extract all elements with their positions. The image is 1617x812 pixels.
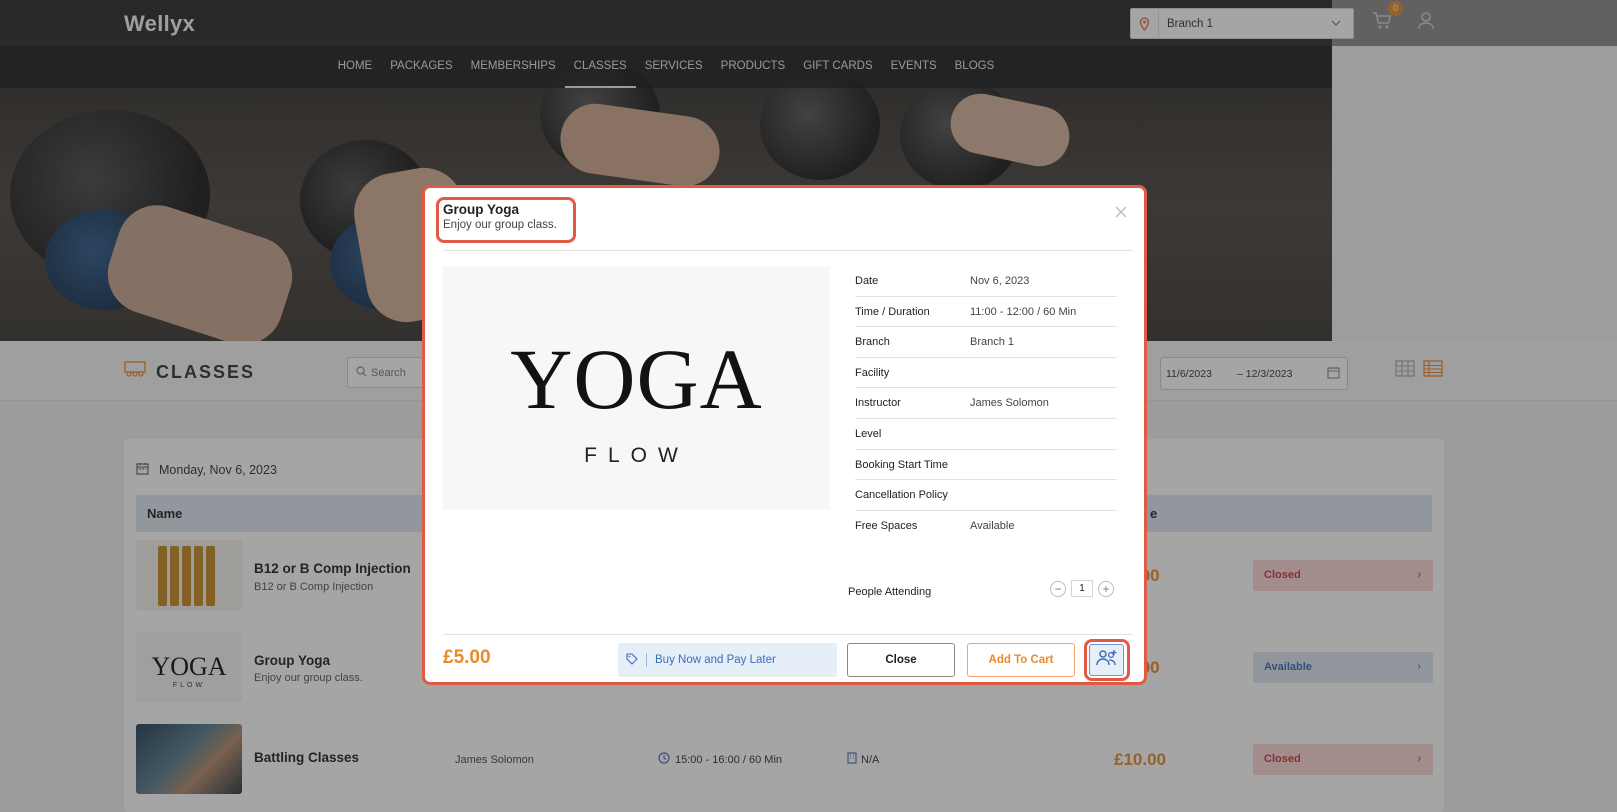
people-count[interactable]: 1	[1071, 580, 1093, 597]
detail-row-level: Level	[855, 419, 1117, 450]
detail-value: Nov 6, 2023	[970, 275, 1030, 287]
modal-price: £5.00	[443, 647, 491, 668]
close-button[interactable]: Close	[847, 643, 955, 677]
modal-title: Group Yoga	[443, 202, 520, 217]
increment-button[interactable]: +	[1098, 580, 1114, 597]
bnpl-label: Buy Now and Pay Later	[655, 654, 776, 666]
detail-row-free-spaces: Free Spaces Available	[855, 511, 1117, 542]
detail-label: Level	[855, 427, 882, 440]
modal-subtitle: Enjoy our group class.	[443, 219, 557, 231]
detail-row-date: Date Nov 6, 2023	[855, 266, 1117, 297]
detail-row-branch: Branch Branch 1	[855, 327, 1117, 358]
people-stepper: − 1 +	[1050, 580, 1114, 597]
detail-row-time: Time / Duration 11:00 - 12:00 / 60 Min	[855, 297, 1117, 328]
tag-icon	[626, 652, 638, 668]
detail-label: Branch	[855, 336, 890, 349]
detail-label: Cancellation Policy	[855, 489, 948, 502]
detail-row-booking-start: Booking Start Time	[855, 450, 1117, 481]
divider	[443, 634, 1133, 635]
decrement-button[interactable]: −	[1050, 580, 1066, 597]
buy-now-pay-later[interactable]: Buy Now and Pay Later	[618, 643, 837, 677]
detail-label: Free Spaces	[855, 519, 918, 532]
divider	[443, 250, 1133, 251]
detail-label: Time / Duration	[855, 305, 930, 318]
detail-value: Branch 1	[970, 336, 1015, 349]
image-yoga-text: YOGA	[510, 331, 763, 427]
add-attendees-button[interactable]	[1089, 644, 1124, 676]
image-flow-text: FLOW	[584, 444, 689, 467]
detail-label: Facility	[855, 366, 890, 379]
detail-label: Date	[855, 275, 879, 287]
class-details-modal: Group Yoga Enjoy our group class. YOGA F…	[422, 185, 1147, 685]
add-to-cart-button[interactable]: Add To Cart	[967, 643, 1075, 677]
detail-row-cancellation: Cancellation Policy	[855, 480, 1117, 511]
class-details-table: Date Nov 6, 2023 Time / Duration 11:00 -…	[855, 266, 1117, 541]
separator	[646, 653, 647, 667]
detail-row-facility: Facility	[855, 358, 1117, 389]
add-people-icon	[1095, 649, 1118, 672]
close-icon[interactable]	[1115, 202, 1127, 223]
detail-label: Booking Start Time	[855, 458, 948, 471]
detail-row-instructor: Instructor James Solomon	[855, 388, 1117, 419]
detail-value: James Solomon	[970, 397, 1049, 410]
detail-value: Available	[970, 519, 1015, 532]
detail-value: 11:00 - 12:00 / 60 Min	[970, 305, 1077, 318]
detail-label: Instructor	[855, 397, 901, 410]
class-image: YOGA FLOW	[443, 266, 830, 510]
people-attending-label: People Attending	[848, 586, 932, 598]
